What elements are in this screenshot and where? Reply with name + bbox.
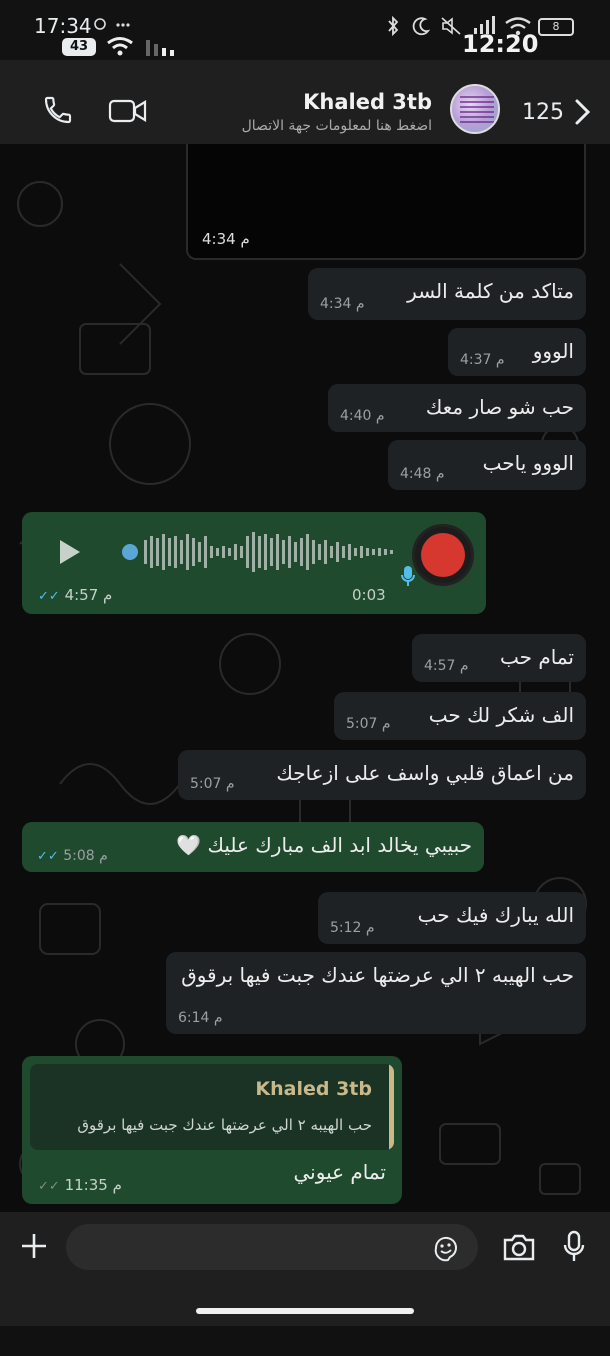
incoming-message[interactable]: الف شكر لك حب 5:07 م [334, 692, 586, 740]
incoming-message[interactable]: الله يبارك فيك حب 5:12 م [318, 892, 586, 944]
playback-position-dot[interactable] [122, 544, 138, 560]
message-time: ✓✓ 4:57 م [38, 586, 113, 604]
message-time: 6:14 م [178, 1010, 223, 1026]
sync-icon [94, 18, 106, 30]
message-time: 4:48 م [400, 466, 445, 482]
bluetooth-icon [388, 16, 399, 36]
voice-message[interactable]: 0:03 ✓✓ 4:57 م [22, 512, 486, 614]
chat-header: Khaled 3tb اضغط هنا لمعلومات جهة الاتصال… [0, 60, 610, 144]
media-message[interactable]: 4:34 م [186, 144, 586, 260]
quoted-message[interactable]: Khaled 3tb حب الهيبه ٢ الي عرضتها عندك ج… [30, 1064, 394, 1150]
message-time: 4:37 م [460, 352, 505, 368]
message-input[interactable] [66, 1224, 478, 1270]
status-bar: 17:34 43 8 12:20 [0, 0, 610, 60]
message-time: 5:07 م [346, 716, 391, 732]
contact-info-hint[interactable]: اضغط هنا لمعلومات جهة الاتصال [242, 118, 432, 134]
status-time-right: 12:20 [462, 30, 539, 58]
incoming-message[interactable]: من اعماق قلبي واسف على ازعاجك 5:07 م [178, 750, 586, 800]
battery-icon: 8 [538, 18, 574, 36]
incoming-message[interactable]: الووو 4:37 م [448, 328, 586, 376]
notification-badge: 43 [62, 38, 96, 56]
contact-avatar[interactable] [450, 84, 500, 134]
message-text: حب الهيبه ٢ الي عرضتها عندك جبت فيها برق… [181, 963, 574, 987]
quoted-sender: Khaled 3tb [255, 1078, 372, 1100]
chevron-right-icon[interactable] [572, 98, 592, 126]
more-dots-icon [116, 23, 130, 27]
sender-avatar [412, 524, 474, 586]
home-gesture-handle[interactable] [196, 1308, 414, 1314]
mic-icon [401, 566, 415, 586]
sticker-icon[interactable] [432, 1234, 460, 1262]
bottom-strip [0, 1326, 610, 1356]
chat-area[interactable]: 4:34 م متاكد من كلمة السر 4:34 م الووو 4… [0, 144, 610, 1212]
message-time: ✓✓ 11:35 م [38, 1176, 122, 1194]
incoming-message[interactable]: حب شو صار معك 4:40 م [328, 384, 586, 432]
message-time: 5:12 م [330, 920, 375, 936]
system-nav-area [0, 1288, 610, 1356]
message-text: من اعماق قلبي واسف على ازعاجك [276, 761, 574, 785]
incoming-message[interactable]: حب الهيبه ٢ الي عرضتها عندك جبت فيها برق… [166, 952, 586, 1034]
unread-count[interactable]: 125 [522, 100, 564, 125]
status-time-left: 17:34 [34, 14, 92, 38]
mute-icon [441, 17, 461, 35]
play-icon[interactable] [58, 538, 82, 566]
message-time: 4:34 م [202, 230, 250, 248]
voice-duration: 0:03 [352, 586, 386, 604]
composer-bar [0, 1212, 610, 1288]
message-time: 4:57 م [424, 658, 469, 674]
signal-icon [146, 40, 174, 56]
voice-record-icon[interactable] [562, 1230, 586, 1264]
contact-name[interactable]: Khaled 3tb [303, 90, 432, 114]
message-time: 4:34 م [320, 296, 365, 312]
read-receipt-icon: ✓✓ [37, 849, 59, 864]
phone-icon[interactable] [42, 94, 74, 126]
quote-accent-bar [389, 1064, 394, 1150]
outgoing-message[interactable]: حبيبي يخالد ابد الف مبارك عليك 🤍 ✓✓ 5:08… [22, 822, 484, 872]
wifi-icon [107, 37, 133, 56]
delivered-receipt-icon: ✓✓ [38, 1179, 60, 1194]
message-time: ✓✓ 5:08 م [37, 848, 108, 864]
incoming-message[interactable]: الووو ياحب 4:48 م [388, 440, 586, 490]
waveform[interactable] [140, 528, 400, 576]
plus-icon[interactable] [20, 1232, 48, 1260]
dnd-moon-icon [412, 17, 430, 36]
incoming-message[interactable]: متاكد من كلمة السر 4:34 م [308, 268, 586, 320]
read-receipt-icon: ✓✓ [38, 589, 60, 604]
message-time: 4:40 م [340, 408, 385, 424]
incoming-message[interactable]: تمام حب 4:57 م [412, 634, 586, 682]
quoted-text: حب الهيبه ٢ الي عرضتها عندك جبت فيها برق… [77, 1116, 372, 1134]
message-time: 5:07 م [190, 776, 235, 792]
camera-icon[interactable] [502, 1232, 536, 1262]
message-text: تمام عيوني [293, 1160, 387, 1184]
video-icon[interactable] [108, 98, 148, 124]
outgoing-reply-message[interactable]: Khaled 3tb حب الهيبه ٢ الي عرضتها عندك ج… [22, 1056, 402, 1204]
